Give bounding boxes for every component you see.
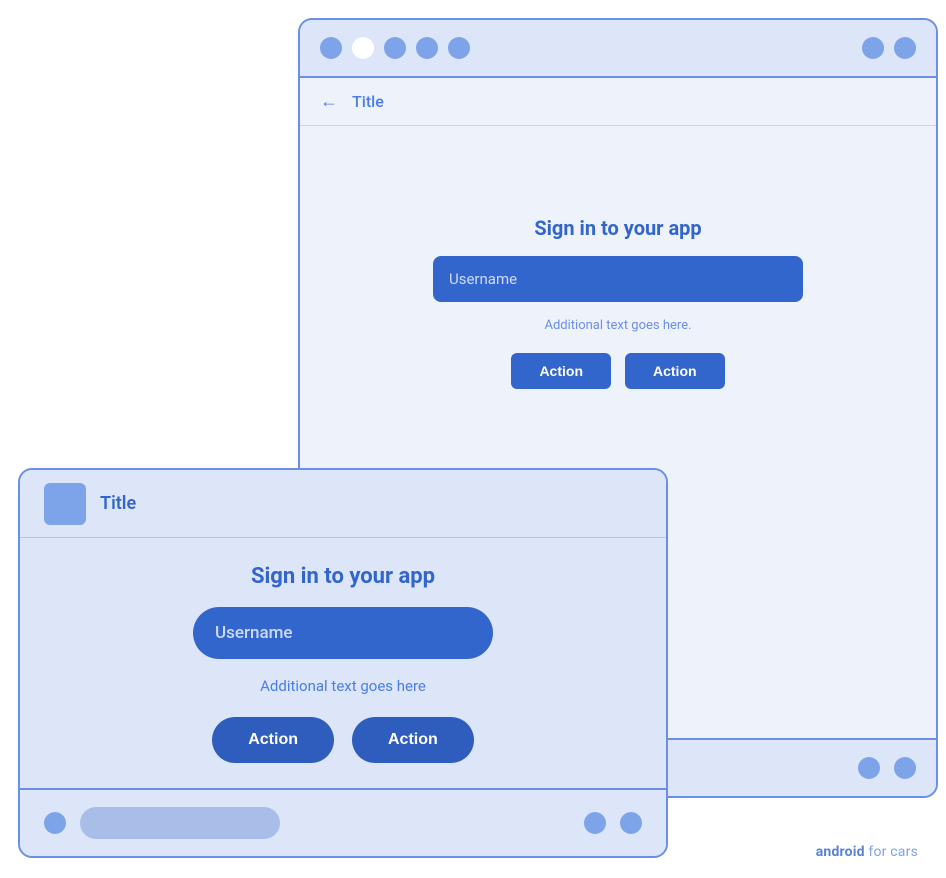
- watermark: android for cars: [816, 844, 918, 860]
- bottom-dot-1: [858, 757, 880, 779]
- car-footer-dot-3: [620, 812, 642, 834]
- phone-username-input[interactable]: Username: [433, 256, 803, 302]
- status-dot-2: [384, 37, 406, 59]
- phone-action-button-1[interactable]: Action: [511, 353, 611, 389]
- car-action-button-2[interactable]: Action: [352, 717, 474, 763]
- car-header: Title: [20, 470, 666, 538]
- phone-helper-text: Additional text goes here.: [544, 318, 691, 333]
- car-footer-pill: [80, 807, 280, 839]
- back-arrow-icon[interactable]: ←: [320, 91, 338, 112]
- phone-sign-in-title: Sign in to your app: [534, 216, 701, 240]
- car-helper-text: Additional text goes here: [260, 677, 426, 695]
- status-dot-5: [862, 37, 884, 59]
- car-app-title: Title: [100, 493, 136, 514]
- status-bar-left-dots: [320, 37, 470, 59]
- car-content-area: Sign in to your app Username Additional …: [20, 538, 666, 788]
- status-dot-4: [448, 37, 470, 59]
- car-username-input[interactable]: Username: [193, 607, 493, 659]
- status-dot-3: [416, 37, 438, 59]
- status-dot-6: [894, 37, 916, 59]
- status-dot-white: [352, 37, 374, 59]
- phone-nav-bar: ← Title: [300, 78, 936, 126]
- watermark-brand: android: [816, 844, 865, 860]
- phone-action-buttons: Action Action: [511, 353, 724, 389]
- status-dot-1: [320, 37, 342, 59]
- car-footer-left: [44, 807, 280, 839]
- car-footer: [20, 788, 666, 856]
- car-app-logo: [44, 483, 86, 525]
- bottom-dot-2: [894, 757, 916, 779]
- car-action-buttons: Action Action: [212, 717, 474, 763]
- phone-status-bar: [300, 20, 936, 78]
- car-footer-right: [584, 812, 642, 834]
- phone-action-button-2[interactable]: Action: [625, 353, 725, 389]
- car-action-button-1[interactable]: Action: [212, 717, 334, 763]
- car-mockup-front: Title Sign in to your app Username Addit…: [18, 468, 668, 858]
- car-sign-in-title: Sign in to your app: [251, 564, 435, 589]
- nav-title: Title: [352, 92, 384, 111]
- car-footer-dot-1: [44, 812, 66, 834]
- car-footer-dot-2: [584, 812, 606, 834]
- status-bar-right-dots: [862, 37, 916, 59]
- watermark-suffix: for cars: [865, 844, 918, 860]
